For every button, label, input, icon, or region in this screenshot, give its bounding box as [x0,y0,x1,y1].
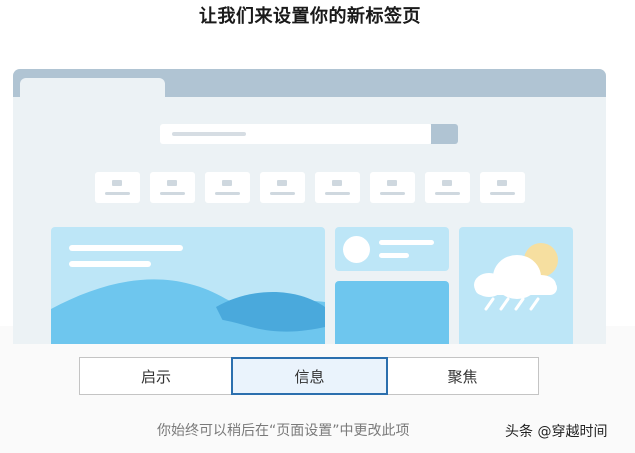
hills-illustration [51,279,325,344]
preview-profile-card [335,227,449,271]
preview-quick-link [260,172,305,203]
new-tab-preview [13,69,606,344]
preview-quick-link [205,172,250,203]
weather-icon [474,243,558,311]
option-informational[interactable]: 信息 [231,357,388,395]
settings-hint: 你始终可以稍后在“页面设置”中更改此项 [157,423,410,439]
preview-content-card [335,281,449,344]
preview-quick-link [95,172,140,203]
option-focused[interactable]: 聚焦 [386,357,539,395]
option-inspirational[interactable]: 启示 [79,357,233,395]
preview-news-card [51,227,325,344]
preview-search-box [160,124,432,144]
avatar [343,236,370,263]
layout-segmented-control: 启示 信息 聚焦 [79,357,539,395]
watermark: 头条 @穿越时间 [505,424,608,440]
preview-weather-card [459,227,573,344]
page-title: 让我们来设置你的新标签页 [199,6,421,27]
preview-quick-link [425,172,470,203]
preview-quick-link [150,172,195,203]
preview-search-placeholder [172,132,246,136]
preview-quick-link [480,172,525,203]
preview-quick-link [315,172,360,203]
preview-search-button [431,124,458,144]
preview-tab [20,78,165,100]
preview-quick-link [370,172,415,203]
